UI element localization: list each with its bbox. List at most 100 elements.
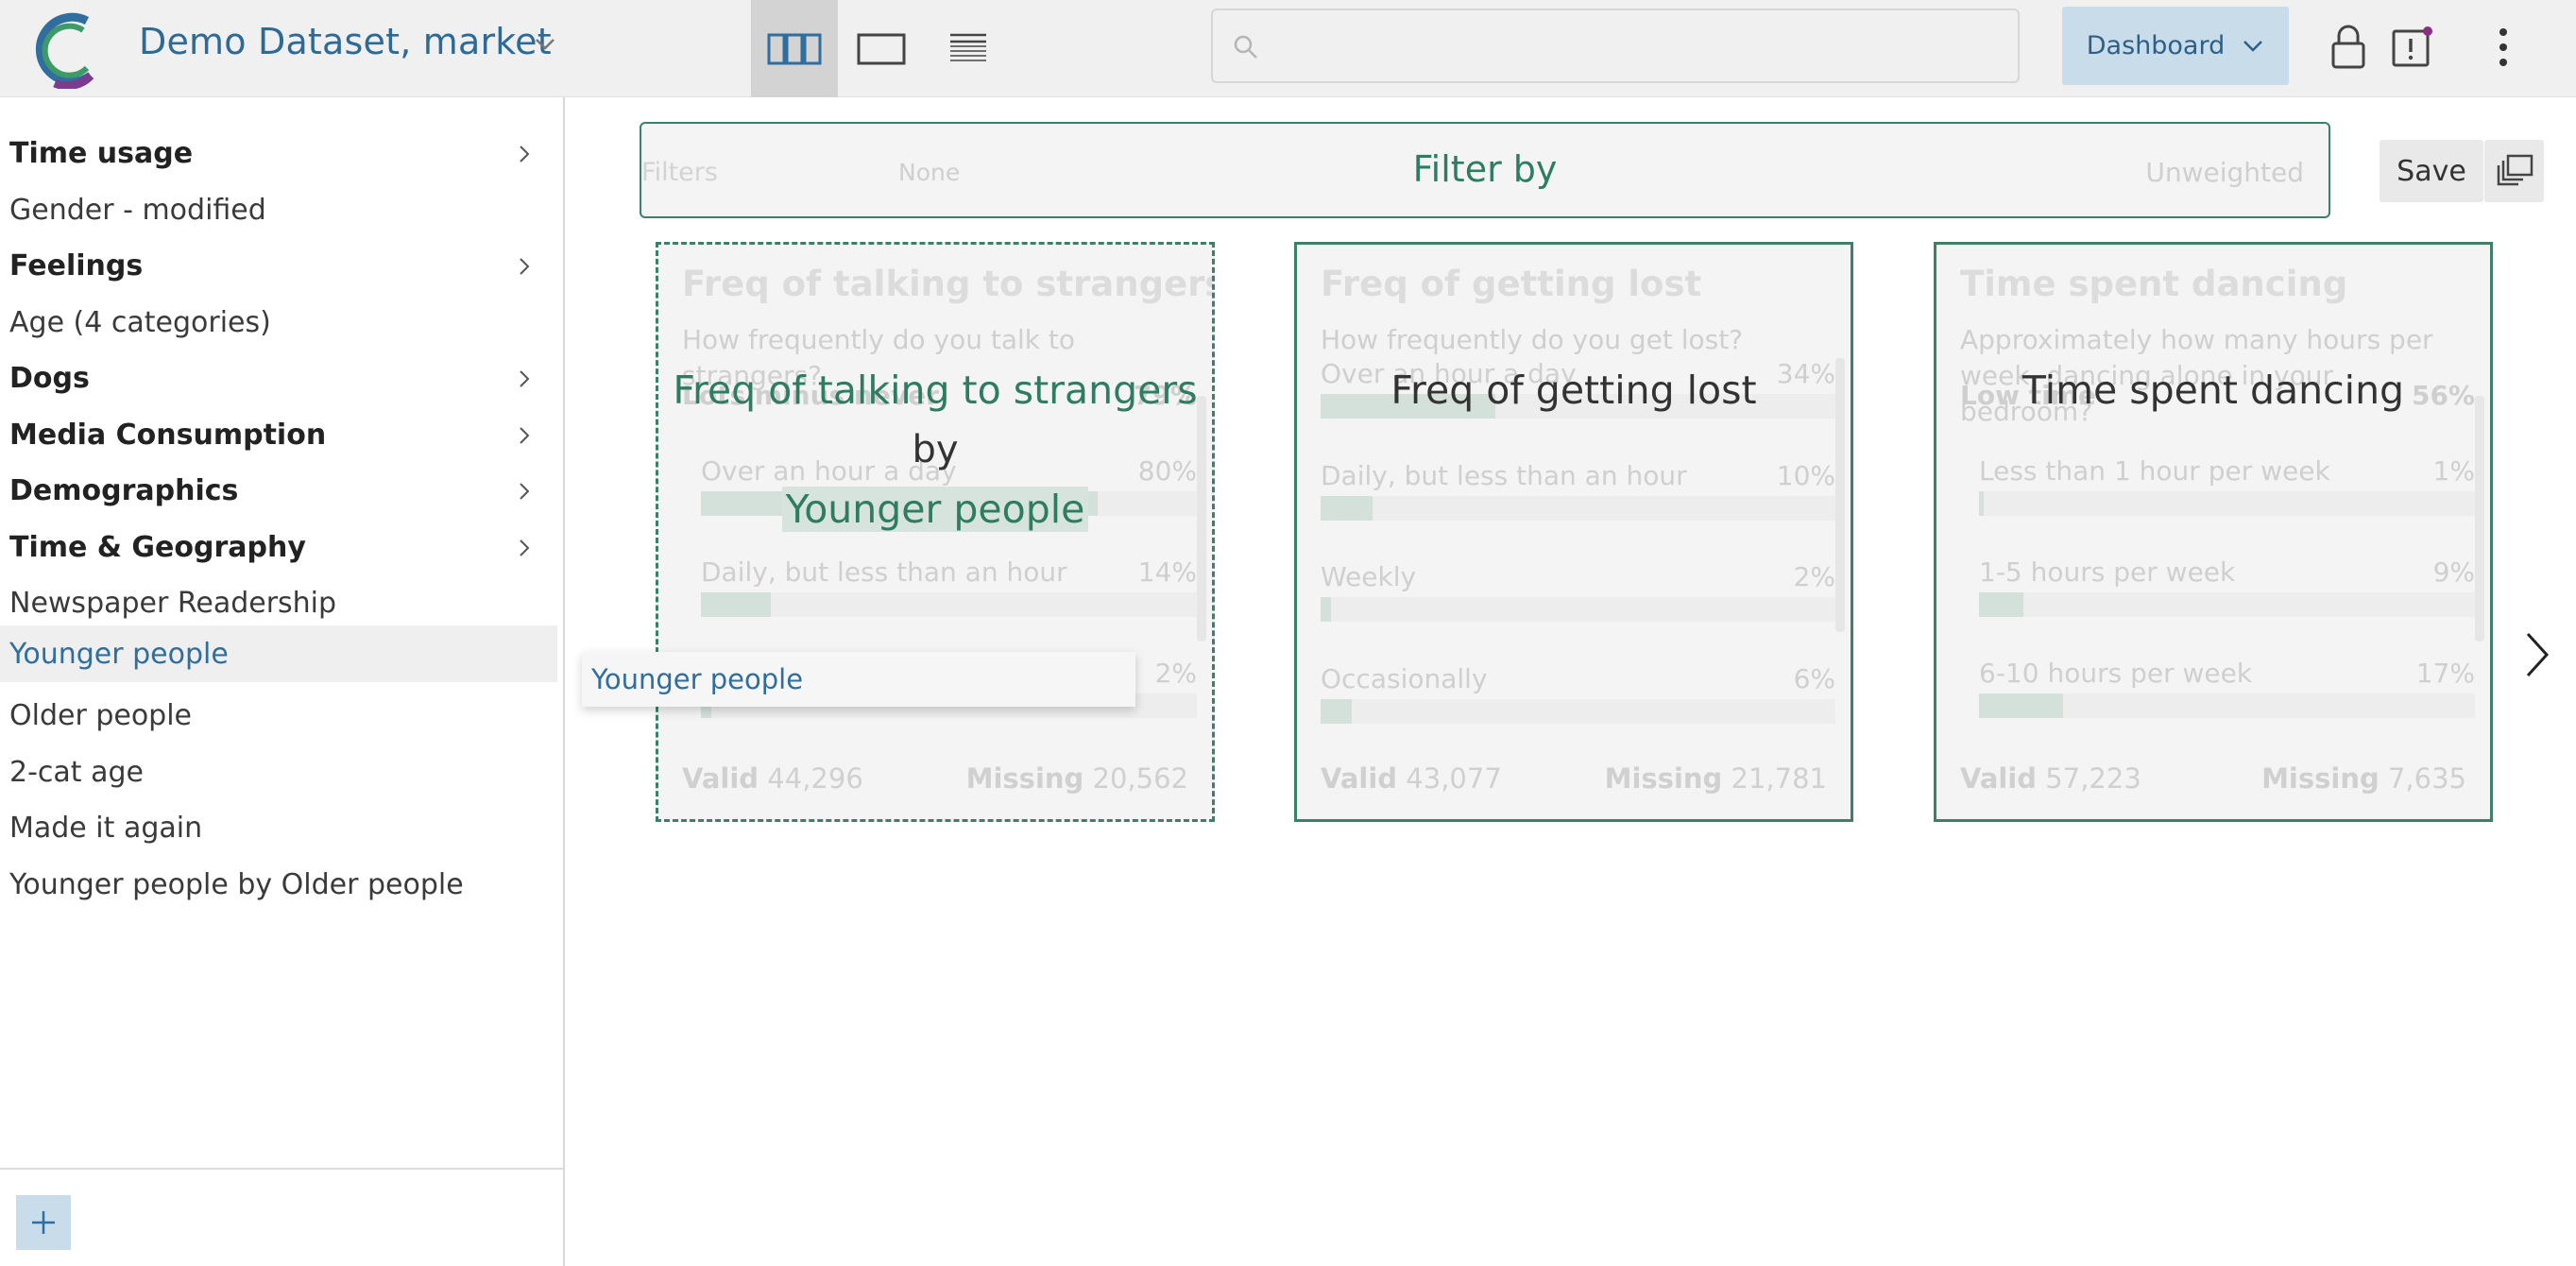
sidebar-item-label: Made it again [9, 811, 203, 845]
card-footer: Valid 57,223 Missing 7,635 [1960, 762, 2466, 795]
row-bar-track [1979, 693, 2475, 718]
sidebar-item-media-consumption[interactable]: Media Consumption [0, 407, 557, 462]
row-label: 1-5 hours per week [1979, 556, 2236, 588]
sidebar-item-label: Younger people [9, 637, 229, 671]
missing-label: Missing [2261, 762, 2380, 795]
alert-icon [2392, 26, 2432, 67]
sidebar-item-younger-people[interactable]: Younger people [0, 625, 557, 682]
sidebar-item-age-4-categories[interactable]: Age (4 categories) [0, 295, 557, 350]
chevron-right-icon [520, 370, 530, 387]
sidebar-item-demographics[interactable]: Demographics [0, 463, 557, 518]
row-label: Occasionally [1321, 663, 1488, 694]
search-box[interactable] [1211, 9, 2020, 83]
dataset-title[interactable]: Demo Dataset, market [139, 21, 552, 62]
sidebar-item-feelings[interactable]: Feelings [0, 238, 557, 293]
sidebar-item-gender-modified[interactable]: Gender - modified [0, 182, 557, 237]
notifications-button[interactable] [2384, 19, 2441, 76]
app-logo-icon[interactable] [28, 9, 108, 89]
row-percent: 17% [2415, 658, 2475, 689]
row-bar-fill [701, 592, 771, 617]
row-bar-fill [1321, 597, 1331, 622]
missing-count: 21,781 [1731, 762, 1827, 795]
missing-label: Missing [965, 762, 1084, 795]
card-drop-overlay-title: Freq of talking to strangers [673, 368, 1198, 413]
card-row: Occasionally 6% [1321, 663, 1835, 724]
row-bar-track [1321, 699, 1835, 724]
more-options-button[interactable] [2475, 19, 2532, 76]
sidebar-item-newspaper-readership[interactable]: Newspaper Readership [0, 575, 557, 630]
row-bar-fill [1321, 699, 1352, 724]
sidebar-item-time-geography[interactable]: Time & Geography [0, 520, 557, 574]
sidebar-item-label: Gender - modified [9, 193, 266, 227]
sidebar-divider [0, 1168, 563, 1170]
duplicate-button[interactable] [2484, 140, 2544, 202]
missing-count: 7,635 [2387, 762, 2466, 795]
sidebar-item-younger-by-older[interactable]: Younger people by Older people [0, 857, 557, 912]
valid-label: Valid [1960, 762, 2038, 795]
valid-count: 57,223 [2045, 762, 2141, 795]
card-title: Freq of getting lost [1321, 264, 1702, 304]
row-label: Daily, but less than an hour [701, 556, 1067, 588]
sidebar-item-label: Demographics [9, 473, 239, 507]
add-variable-button[interactable] [16, 1195, 71, 1250]
missing-count: 20,562 [1092, 762, 1188, 795]
card-drop-overlay-title: Freq of getting lost [1390, 368, 1757, 413]
sidebar-item-label: Younger people by Older people [9, 867, 464, 901]
single-view-button[interactable] [838, 0, 925, 97]
sidebar-item-label: Time usage [9, 136, 194, 170]
sidebar-item-older-people[interactable]: Older people [0, 688, 557, 743]
drop-variable-name: Younger people [781, 487, 1089, 532]
row-bar-fill [1321, 496, 1373, 521]
row-bar-track [1321, 496, 1835, 521]
valid-label: Valid [1321, 762, 1398, 795]
row-bar-track [1979, 491, 2475, 516]
sidebar-item-2-cat-age[interactable]: 2-cat age [0, 744, 557, 799]
card-row: 6-10 hours per week 17% [1979, 658, 2475, 718]
card-drop-overlay-by: by [912, 428, 959, 471]
grid-view-button[interactable] [751, 0, 838, 97]
card-footer: Valid 44,296 Missing 20,562 [682, 762, 1188, 795]
row-bar-track [701, 592, 1197, 617]
row-percent: 6% [1793, 663, 1835, 694]
sidebar-item-label: Older people [9, 698, 193, 732]
sidebar-item-made-it-again[interactable]: Made it again [0, 800, 557, 855]
card-title: Time spent dancing [1960, 264, 2348, 304]
filter-drop-zone[interactable]: Filters None Filter by Unweighted [640, 122, 2330, 218]
missing-group: Missing 7,635 [2261, 762, 2466, 795]
row-percent: 2% [1793, 561, 1835, 592]
dashboard-card-time-spent-dancing[interactable]: Time spent dancing Approximately how man… [1934, 242, 2493, 822]
chevron-right-icon [520, 258, 530, 275]
dashboard-mode-button[interactable]: Dashboard [2062, 7, 2289, 85]
dashboard-mode-label: Dashboard [2086, 31, 2226, 60]
row-label: 6-10 hours per week [1979, 658, 2253, 689]
card-drop-overlay-title: Time spent dancing [2022, 368, 2405, 413]
row-label: Less than 1 hour per week [1979, 455, 2330, 487]
more-vertical-icon [2499, 28, 2507, 66]
chevron-down-icon[interactable] [531, 34, 559, 53]
lock-icon [2331, 25, 2365, 69]
dashboard-card-getting-lost[interactable]: Freq of getting lost How frequently do y… [1294, 242, 1853, 822]
row-bar-fill [1979, 592, 2024, 617]
sidebar-item-label: Time & Geography [9, 530, 306, 564]
card-row: Weekly 2% [1321, 561, 1835, 622]
save-button[interactable]: Save [2380, 140, 2483, 202]
dashboard-card-talking-to-strangers[interactable]: Freq of talking to strangers How frequen… [656, 242, 1215, 822]
card-scrollbar[interactable] [2475, 396, 2484, 642]
duplicate-icon [2497, 154, 2533, 186]
sidebar-item-time-usage[interactable]: Time usage [0, 126, 557, 180]
next-page-arrow-icon[interactable] [2520, 628, 2554, 681]
search-icon [1234, 35, 1257, 59]
sidebar-item-dogs[interactable]: Dogs [0, 351, 557, 405]
row-percent: 10% [1776, 460, 1835, 491]
lock-button[interactable] [2320, 19, 2377, 76]
list-view-button[interactable] [925, 0, 1012, 97]
weight-selector[interactable]: Unweighted [2145, 157, 2304, 188]
search-input[interactable] [1270, 20, 2006, 73]
drag-ghost-variable[interactable]: Younger people [582, 652, 1135, 707]
card-row: Less than 1 hour per week 1% [1979, 455, 2475, 516]
valid-count: 43,077 [1406, 762, 1502, 795]
single-view-icon [857, 33, 906, 64]
card-row: Daily, but less than an hour 14% [701, 556, 1197, 617]
row-percent: 2% [1154, 658, 1197, 689]
grid-view-icon [767, 33, 822, 64]
